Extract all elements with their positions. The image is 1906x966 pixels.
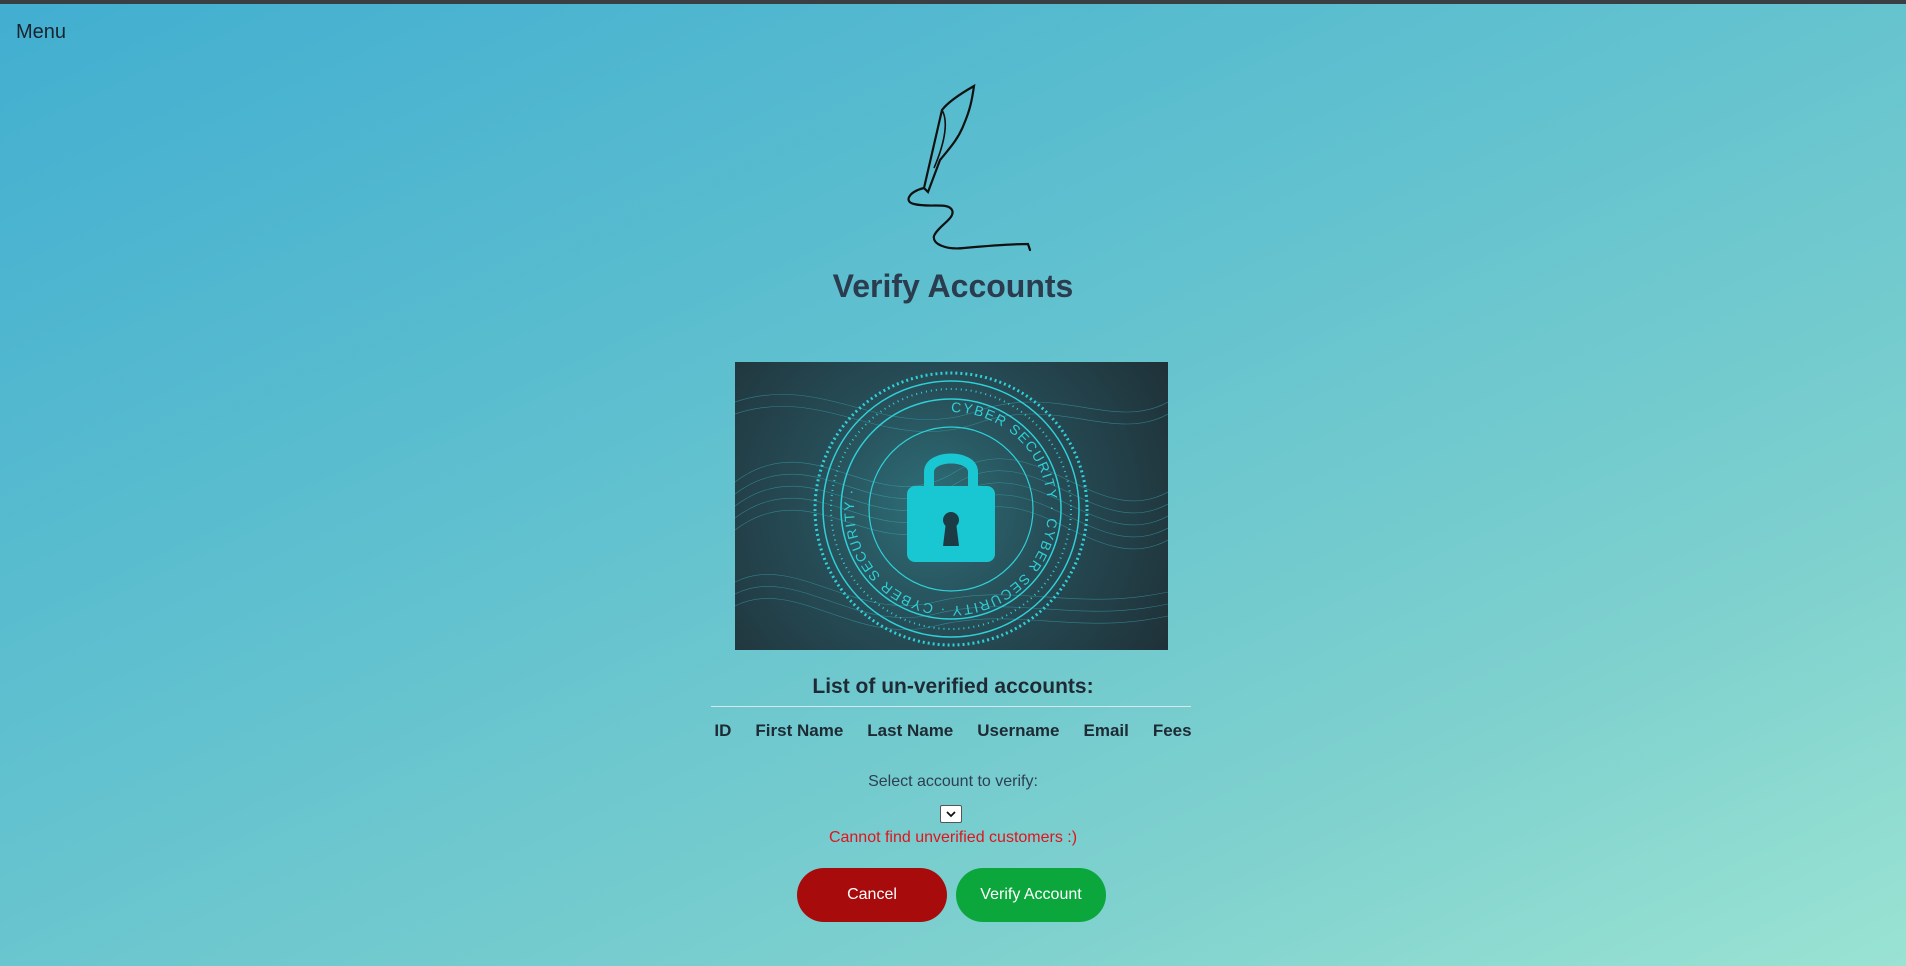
column-header-username: Username	[977, 721, 1060, 740]
cancel-button[interactable]: Cancel	[797, 868, 947, 922]
accounts-table-header: ID First Name Last Name Username Email F…	[0, 721, 1906, 741]
column-header-email: Email	[1083, 721, 1129, 740]
window-top-border	[0, 0, 1906, 4]
error-message: Cannot find unverified customers :)	[828, 829, 1078, 846]
column-header-first-name: First Name	[755, 721, 844, 740]
select-account-label: Select account to verify:	[868, 773, 1038, 790]
cyber-security-image: CYBER SECURITY · CYBER SECURITY · CYBER …	[735, 362, 1168, 650]
heading-divider	[711, 706, 1191, 707]
lock-icon	[907, 453, 995, 562]
verify-account-button[interactable]: Verify Account	[956, 868, 1106, 922]
column-header-id: ID	[714, 721, 732, 740]
column-header-last-name: Last Name	[867, 721, 954, 740]
menu-button[interactable]: Menu	[16, 21, 66, 44]
quill-pen-logo	[907, 83, 1032, 252]
column-header-fees: Fees	[1152, 721, 1192, 740]
account-select[interactable]	[940, 805, 962, 823]
page-title: Verify Accounts	[832, 268, 1074, 304]
accounts-heading: List of un-verified accounts:	[812, 675, 1094, 698]
chevron-down-icon	[946, 810, 956, 817]
